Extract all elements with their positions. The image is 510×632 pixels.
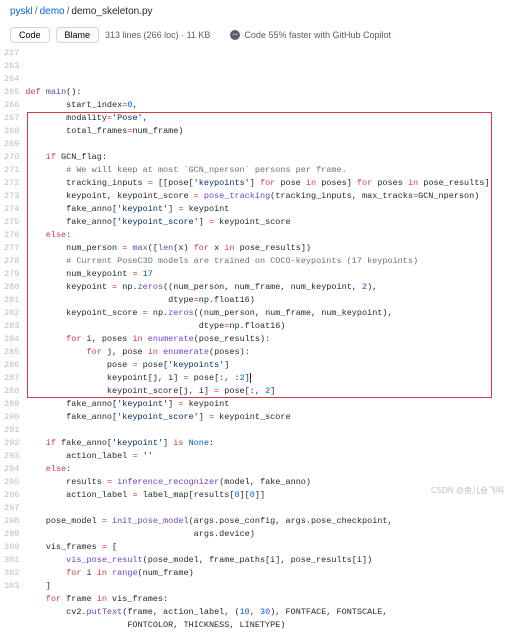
code-tab[interactable]: Code	[10, 27, 50, 43]
bc-root[interactable]: pyskl	[10, 6, 33, 17]
code-line[interactable]: else:	[25, 463, 510, 476]
code-line[interactable]: for i in range(num_frame)	[25, 567, 510, 580]
code-line[interactable]: pose_model = init_pose_model(args.pose_c…	[25, 515, 510, 528]
file-meta: 313 lines (266 loc) · 11 KB	[105, 30, 210, 40]
breadcrumb: pyskl/demo/demo_skeleton.py	[0, 0, 510, 23]
line-gutter: 2272632642652662672682692702712722732742…	[0, 47, 25, 632]
code-line[interactable]: ]	[25, 580, 510, 593]
bc-folder[interactable]: demo	[40, 6, 65, 17]
code-viewer: 2272632642652662672682692702712722732742…	[0, 47, 510, 632]
code-line[interactable]: def main():	[25, 86, 510, 99]
blame-tab[interactable]: Blame	[56, 27, 100, 43]
code-line[interactable]: cv2.putText(frame, action_label, (10, 30…	[25, 606, 510, 619]
watermark: CSDN @鱼儿会飞吗	[431, 485, 504, 496]
code-line[interactable]: action_label = ''	[25, 450, 510, 463]
source-pane[interactable]: def main(): start_index=0, modality='Pos…	[25, 47, 510, 632]
code-line[interactable]: vis_pose_result(pose_model, frame_paths[…	[25, 554, 510, 567]
code-line[interactable]: if fake_anno['keypoint'] is None:	[25, 437, 510, 450]
code-line[interactable]	[25, 424, 510, 437]
file-toolbar: Code Blame 313 lines (266 loc) · 11 KB C…	[0, 23, 510, 47]
code-line[interactable]: vis_frames = [	[25, 541, 510, 554]
code-line[interactable]: fake_anno['keypoint_score'] = keypoint_s…	[25, 411, 510, 424]
code-line[interactable]: fake_anno['keypoint'] = keypoint	[25, 398, 510, 411]
copilot-icon	[230, 30, 240, 40]
highlight-box	[27, 112, 492, 398]
code-line[interactable]: args.device)	[25, 528, 510, 541]
bc-file: demo_skeleton.py	[71, 6, 152, 17]
copilot-promo[interactable]: Code 55% faster with GitHub Copilot	[230, 30, 391, 40]
copilot-label: Code 55% faster with GitHub Copilot	[244, 30, 391, 40]
code-line[interactable]: for frame in vis_frames:	[25, 593, 510, 606]
code-line[interactable]	[25, 502, 510, 515]
code-line[interactable]: FONTCOLOR, THICKNESS, LINETYPE)	[25, 619, 510, 632]
code-line[interactable]: start_index=0,	[25, 99, 510, 112]
